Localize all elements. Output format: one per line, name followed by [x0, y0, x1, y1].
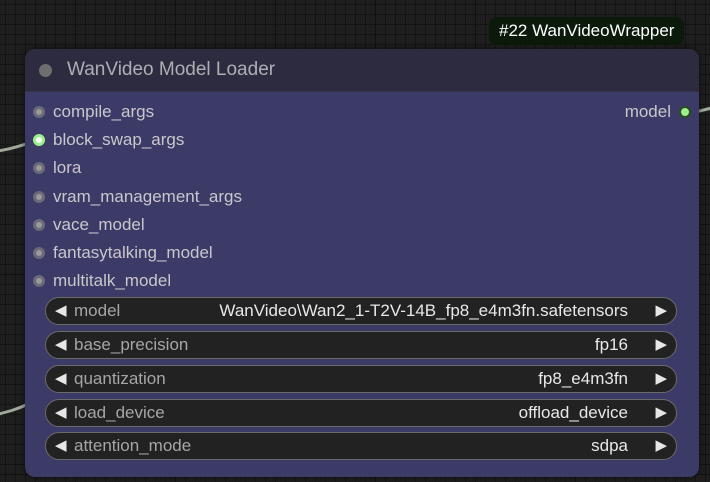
input-slot-label: block_swap_args: [53, 130, 185, 149]
widget-label: base_precision: [74, 335, 189, 354]
arrow-left-icon[interactable]: ◀: [55, 336, 67, 354]
input-slot-lora[interactable]: lora: [25, 158, 325, 178]
input-connector-icon[interactable]: [33, 191, 45, 203]
widget-label: load_device: [74, 403, 165, 422]
output-connector-icon[interactable]: [679, 106, 691, 118]
input-slot-label: multitalk_model: [53, 271, 172, 290]
widget-load-device-combo[interactable]: ◀ load_device offload_device ▶: [45, 399, 677, 427]
arrow-left-icon[interactable]: ◀: [55, 404, 67, 422]
input-slot-fantasytalking-model[interactable]: fantasytalking_model: [25, 243, 325, 263]
input-connector-icon[interactable]: [33, 134, 45, 146]
arrow-right-icon[interactable]: ▶: [655, 370, 667, 388]
input-slot-label: compile_args: [53, 102, 155, 121]
widget-label: model: [74, 301, 121, 320]
input-slot-label: lora: [53, 158, 82, 177]
widget-label: attention_mode: [74, 436, 192, 455]
arrow-right-icon[interactable]: ▶: [655, 336, 667, 354]
widget-label: quantization: [74, 369, 166, 388]
input-slot-multitalk-model[interactable]: multitalk_model: [25, 271, 325, 291]
widget-quantization-combo[interactable]: ◀ quantization fp8_e4m3fn ▶: [45, 365, 677, 393]
input-connector-icon[interactable]: [33, 247, 45, 259]
widget-value: WanVideo\Wan2_1-T2V-14B_fp8_e4m3fn.safet…: [219, 301, 628, 320]
input-slot-vace-model[interactable]: vace_model: [25, 215, 325, 235]
input-slot-label: fantasytalking_model: [53, 243, 213, 262]
input-slot-label: vram_management_args: [53, 187, 242, 206]
arrow-left-icon[interactable]: ◀: [55, 437, 67, 455]
node-title: WanVideo Model Loader: [67, 59, 276, 80]
arrow-right-icon[interactable]: ▶: [655, 404, 667, 422]
link-incoming-lower: [0, 402, 29, 416]
arrow-left-icon[interactable]: ◀: [55, 302, 67, 320]
widget-value: fp8_e4m3fn: [538, 369, 628, 388]
widget-attention-mode-combo[interactable]: ◀ attention_mode sdpa ▶: [45, 432, 677, 460]
input-connector-icon[interactable]: [33, 219, 45, 231]
widget-model-combo[interactable]: ◀ model WanVideo\Wan2_1-T2V-14B_fp8_e4m3…: [45, 297, 677, 325]
collapse-toggle-icon[interactable]: [39, 64, 52, 77]
arrow-right-icon[interactable]: ▶: [655, 437, 667, 455]
input-connector-icon[interactable]: [33, 106, 45, 118]
input-slot-vram-management-args[interactable]: vram_management_args: [25, 187, 325, 207]
input-connector-icon[interactable]: [33, 162, 45, 174]
input-slot-block-swap-args[interactable]: block_swap_args: [25, 130, 325, 150]
widget-value: sdpa: [591, 436, 628, 455]
widget-value: fp16: [594, 335, 628, 354]
output-slot-model[interactable]: model: [541, 102, 691, 122]
input-slot-compile-args[interactable]: compile_args: [25, 102, 325, 122]
input-slot-label: vace_model: [53, 215, 145, 234]
wanvideo-model-loader-node[interactable]: WanVideo Model Loader model compile_args…: [25, 49, 699, 477]
output-slot-label: model: [624, 102, 671, 121]
arrow-right-icon[interactable]: ▶: [655, 302, 667, 320]
node-title-bar[interactable]: WanVideo Model Loader: [25, 49, 699, 92]
node-group-badge: #22 WanVideoWrapper: [489, 17, 685, 45]
widget-value: offload_device: [518, 403, 628, 422]
input-connector-icon[interactable]: [33, 275, 45, 287]
widget-base-precision-combo[interactable]: ◀ base_precision fp16 ▶: [45, 331, 677, 359]
arrow-left-icon[interactable]: ◀: [55, 370, 67, 388]
